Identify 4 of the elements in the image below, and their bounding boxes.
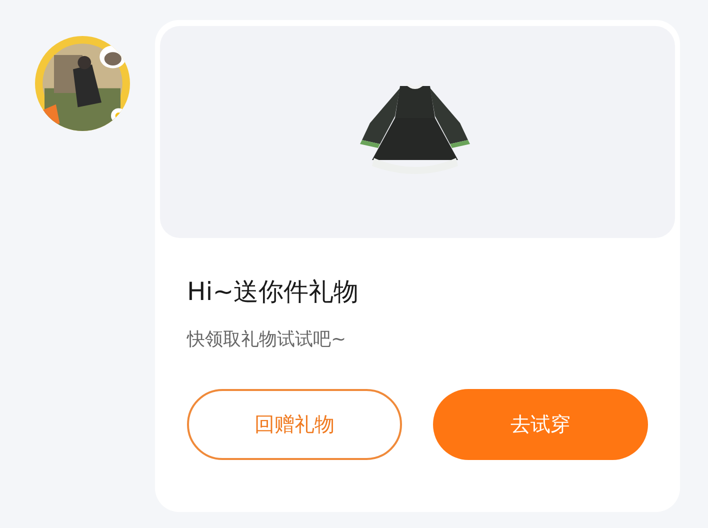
card-title: Hi~送你件礼物 [187, 276, 360, 308]
card-subtitle: 快领取礼物试试吧~ [187, 328, 348, 352]
try-on-button[interactable]: 去试穿 [433, 389, 648, 460]
gift-back-button[interactable]: 回赠礼物 [187, 389, 402, 460]
